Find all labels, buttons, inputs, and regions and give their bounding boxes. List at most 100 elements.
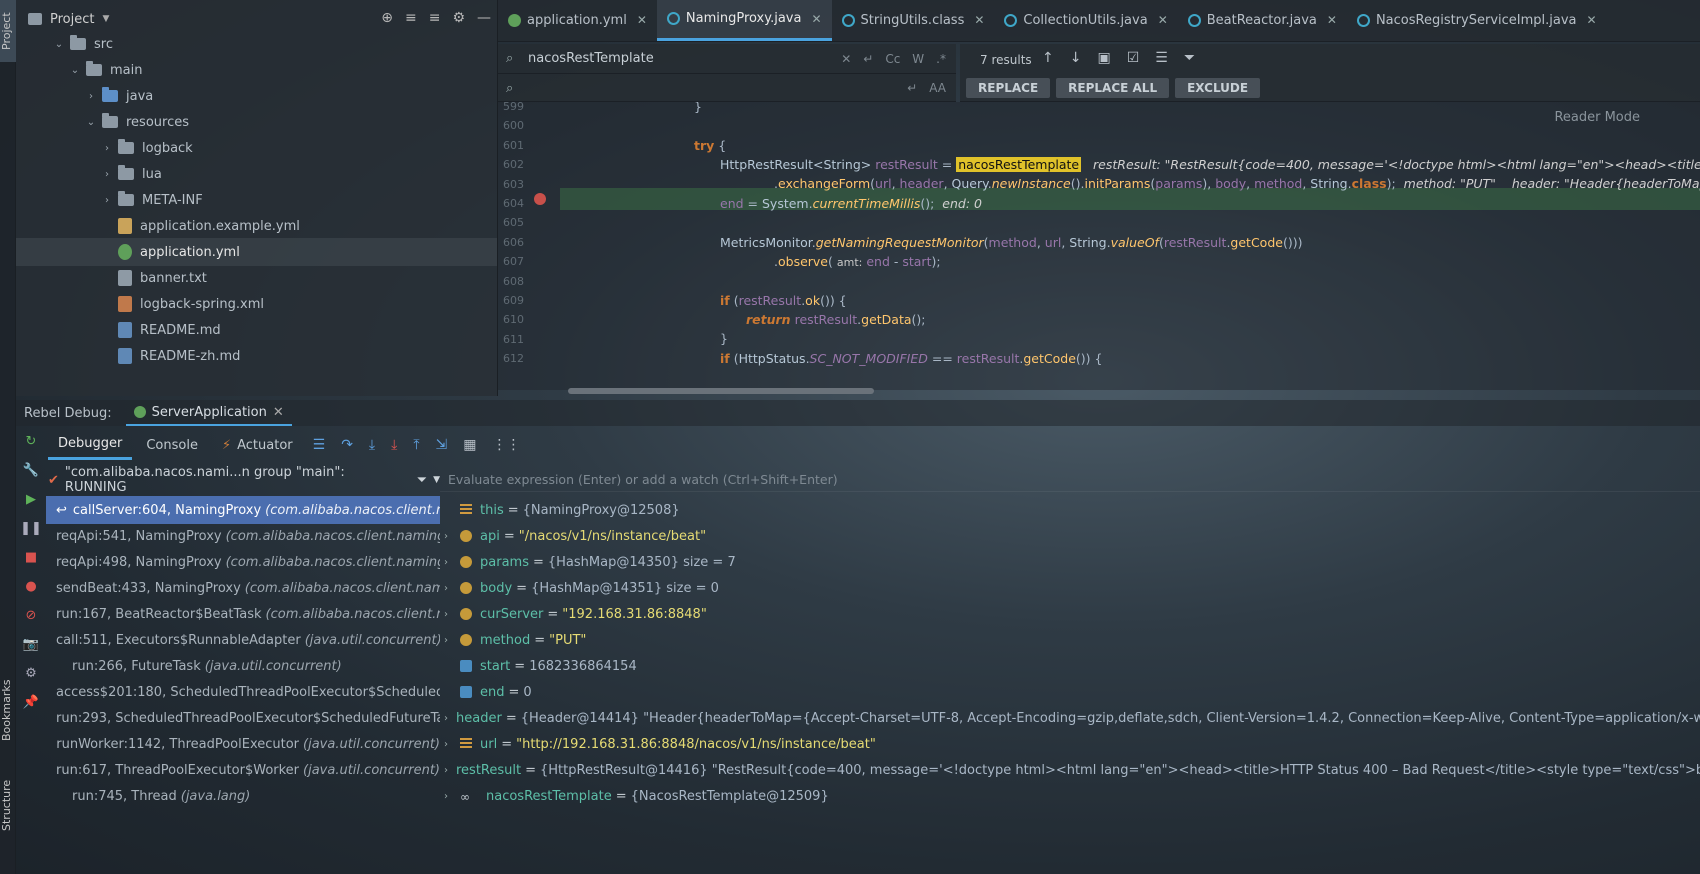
filter-icon[interactable]: ⏷ — [1184, 50, 1195, 66]
variable-row[interactable]: end = 0 — [440, 678, 1700, 706]
close-icon[interactable]: ✕ — [974, 13, 984, 27]
stack-frame[interactable]: reqApi:541, NamingProxy (com.alibaba.naco… — [46, 522, 440, 550]
arrow-up-icon[interactable]: ↑ — [1042, 50, 1054, 66]
mute-breakpoints-icon[interactable]: ⊘ — [26, 608, 37, 623]
gear-icon[interactable]: ⚙ — [452, 10, 465, 26]
select-all-occurrences-icon[interactable]: ☑ — [1127, 50, 1140, 66]
tree-item[interactable]: README-zh.md — [16, 342, 497, 370]
step-over-icon[interactable]: ↷ — [335, 437, 359, 453]
newline-icon[interactable]: ↵ — [907, 81, 917, 95]
stack-frame[interactable]: run:167, BeatReactor$BeatTask (com.alibab… — [46, 600, 440, 628]
chevron-right-icon[interactable]: › — [444, 609, 460, 620]
view-breakpoints-icon[interactable]: ● — [25, 579, 36, 594]
tree-item[interactable]: › META-INF — [16, 186, 497, 214]
chevron-right-icon[interactable]: › — [100, 195, 114, 206]
chevron-right-icon[interactable]: › — [84, 91, 98, 102]
tree-item[interactable]: › lua — [16, 160, 497, 188]
replace-row[interactable]: ⌕ ↵ AA — [498, 73, 956, 102]
wrench-icon[interactable]: 🔧 — [23, 463, 39, 478]
stack-frame[interactable]: ↩ callServer:604, NamingProxy (com.alibaba… — [46, 496, 440, 524]
stack-frame[interactable]: access$201:180, ScheduledThreadPoolExecu… — [46, 678, 440, 706]
chevron-right-icon[interactable]: › — [444, 583, 460, 594]
whole-word-icon[interactable]: W — [912, 52, 924, 66]
evaluate-icon[interactable]: ▦ — [457, 437, 482, 453]
chevron-right-icon[interactable]: › — [444, 791, 460, 802]
tree-item[interactable]: › java — [16, 82, 497, 110]
pause-icon[interactable]: ❚❚ — [20, 521, 42, 536]
chevron-right-icon[interactable]: › — [444, 531, 460, 542]
variable-row[interactable]: › restResult = {HttpRestResult@14416} "Rest… — [440, 756, 1700, 784]
stack-frame[interactable]: run:266, FutureTask (java.util.concurrent… — [46, 652, 440, 680]
collapse-all-icon[interactable]: ≡ — [429, 10, 441, 26]
close-icon[interactable]: ✕ — [273, 405, 284, 420]
horizontal-scrollbar[interactable] — [568, 388, 874, 394]
regex-icon[interactable]: .* — [936, 52, 946, 66]
step-into-icon[interactable]: ⤓ — [363, 437, 381, 453]
stop-icon[interactable]: ■ — [25, 550, 37, 565]
pin-icon[interactable]: 📌 — [23, 695, 39, 710]
tree-item[interactable]: logback-spring.xml — [16, 290, 497, 318]
tree-item[interactable]: application.example.yml — [16, 212, 497, 240]
close-icon[interactable]: ✕ — [637, 13, 647, 27]
variable-row[interactable]: › ∞ nacosRestTemplate = {NacosRestTemplate@1… — [440, 782, 1700, 810]
clear-icon[interactable]: ✕ — [841, 52, 851, 66]
chevron-right-icon[interactable]: › — [444, 713, 448, 724]
expand-all-icon[interactable]: ≡ — [405, 10, 417, 26]
variable-row[interactable]: › curServer = "192.168.31.86:8848" — [440, 600, 1700, 628]
tree-item[interactable]: README.md — [16, 316, 497, 344]
thread-selector[interactable]: ✔ "com.alibaba.nacos.nami...n group "mai… — [48, 465, 440, 495]
tab-debugger[interactable]: Debugger — [48, 430, 133, 460]
tab-console[interactable]: Console — [136, 430, 208, 460]
variable-row[interactable]: start = 1682336864154 — [440, 652, 1700, 680]
bookmarks-side-tab[interactable]: Bookmarks — [0, 670, 16, 750]
variable-row[interactable]: › method = "PUT" — [440, 626, 1700, 654]
tree-item[interactable]: banner.txt — [16, 264, 497, 292]
editor-tab[interactable]: NamingProxy.java ✕ — [656, 0, 832, 41]
search-input[interactable]: nacosRestTemplate — [528, 51, 654, 66]
search-row[interactable]: ⌕ nacosRestTemplate ✕ ↵ Cc W .* — [498, 44, 956, 73]
filter-lines-icon[interactable]: ☰ — [1155, 50, 1168, 66]
chevron-down-icon[interactable]: ▼ — [433, 475, 440, 485]
settings-icon[interactable]: ⚙ — [25, 666, 37, 681]
replace-button[interactable]: REPLACE — [966, 78, 1051, 98]
stack-frame[interactable]: run:745, Thread (java.lang) — [46, 782, 440, 810]
preserve-case-icon[interactable]: AA — [929, 81, 946, 95]
close-icon[interactable]: ✕ — [1158, 13, 1168, 27]
variable-row[interactable]: › url = "http://192.168.31.86:8848/nacos/v1… — [440, 730, 1700, 758]
chevron-right-icon[interactable]: › — [444, 557, 460, 568]
trace-icon[interactable]: ⋮⋮ — [487, 437, 527, 453]
layout-icon[interactable]: ☰ — [307, 437, 332, 453]
variable-row[interactable]: › header = {Header@14414} "Header{headerToM… — [440, 704, 1700, 732]
reader-mode-toggle[interactable]: Reader Mode — [1554, 110, 1640, 125]
editor-tab[interactable]: BeatReactor.java ✕ — [1178, 0, 1347, 41]
chevron-down-icon[interactable]: ⌄ — [68, 65, 82, 76]
run-to-cursor-icon[interactable]: ⇲ — [430, 437, 454, 453]
tree-item[interactable]: ⌄ src — [16, 30, 497, 58]
tree-item[interactable]: › logback — [16, 134, 497, 162]
variable-row[interactable]: this = {NamingProxy@12508} — [440, 496, 1700, 524]
editor-tab[interactable]: StringUtils.class ✕ — [832, 0, 995, 41]
variable-row[interactable]: › params = {HashMap@14350} size = 7 — [440, 548, 1700, 576]
filter-icon[interactable]: ⏷ — [417, 473, 427, 488]
stack-frame[interactable]: reqApi:498, NamingProxy (com.alibaba.naco… — [46, 548, 440, 576]
chevron-right-icon[interactable]: › — [444, 635, 460, 646]
chevron-right-icon[interactable]: › — [444, 739, 460, 750]
newline-icon[interactable]: ↵ — [863, 52, 873, 66]
match-case-icon[interactable]: Cc — [885, 52, 900, 66]
close-icon[interactable]: ✕ — [811, 12, 821, 26]
stack-frame[interactable]: call:511, Executors$RunnableAdapter (java… — [46, 626, 440, 654]
camera-icon[interactable]: 📷 — [23, 637, 39, 652]
variable-row[interactable]: › api = "/nacos/v1/ns/instance/beat" — [440, 522, 1700, 550]
chevron-right-icon[interactable]: › — [100, 169, 114, 180]
close-icon[interactable]: ✕ — [1587, 13, 1597, 27]
stack-frame[interactable]: run:617, ThreadPoolExecutor$Worker (java.… — [46, 756, 440, 784]
step-out-icon[interactable]: ⤒ — [407, 437, 425, 453]
project-side-tab[interactable]: Project — [0, 0, 16, 62]
close-icon[interactable]: ✕ — [1327, 13, 1337, 27]
variable-row[interactable]: › body = {HashMap@14351} size = 0 — [440, 574, 1700, 602]
stack-frame[interactable]: run:293, ScheduledThreadPoolExecutor$Sch… — [46, 704, 440, 732]
tree-item[interactable]: ⌄ main — [16, 56, 497, 84]
run-config-tab[interactable]: ServerApplication ✕ — [125, 400, 292, 426]
stack-frame[interactable]: runWorker:1142, ThreadPoolExecutor (java.… — [46, 730, 440, 758]
tab-actuator[interactable]: ⚡ Actuator — [212, 430, 303, 460]
